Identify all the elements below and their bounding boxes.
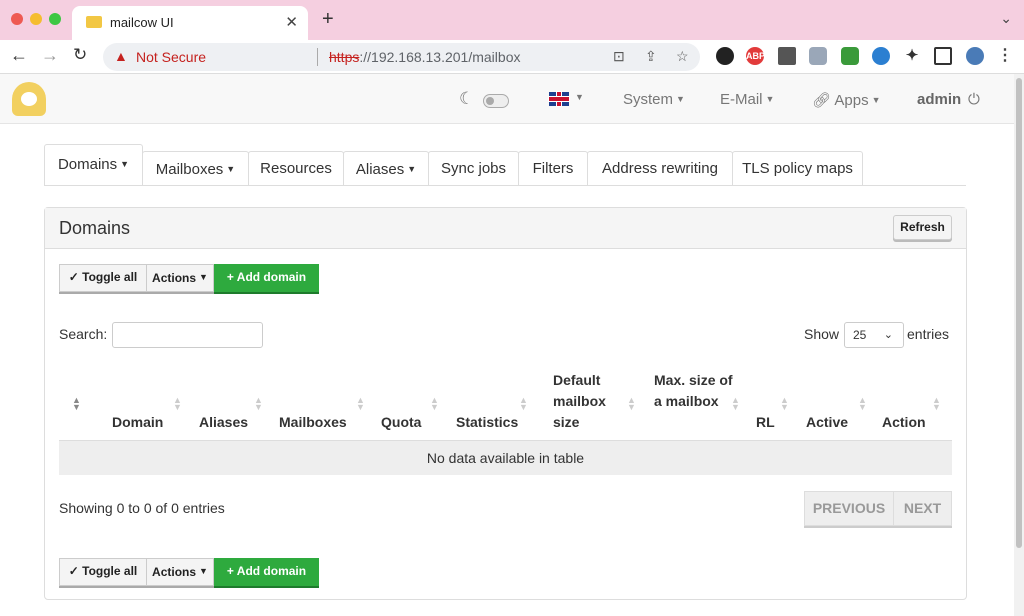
tab-mailboxes[interactable]: Mailboxes ▼	[142, 151, 249, 186]
translate-icon[interactable]: ⊡	[613, 48, 625, 65]
empty-table-row: No data available in table	[59, 440, 952, 475]
language-chevron-down-icon[interactable]: ▼	[575, 92, 584, 102]
col-mailboxes[interactable]: Mailboxes	[279, 412, 347, 433]
col-domain[interactable]: Domain	[112, 412, 163, 433]
nav-user[interactable]: admin	[917, 91, 961, 108]
shield-extension-icon[interactable]	[809, 47, 827, 65]
url-text[interactable]: https://192.168.13.201/mailbox	[329, 49, 520, 65]
language-flag-icon[interactable]	[549, 92, 569, 106]
profile-avatar-icon[interactable]	[966, 47, 984, 65]
page-size-select[interactable]: 25 ⌄	[844, 322, 904, 348]
browser-titlebar: mailcow UI ✕ + ⌄	[0, 0, 1024, 40]
toggle-all-button[interactable]: ✓ Toggle all	[59, 264, 147, 292]
tab-domains[interactable]: Domains ▼	[44, 144, 143, 186]
refresh-button[interactable]: Refresh	[893, 215, 952, 240]
table-info: Showing 0 to 0 of 0 entries	[59, 500, 225, 516]
circle-extension-icon[interactable]	[872, 47, 890, 65]
divider	[317, 48, 318, 66]
tab-aliases[interactable]: Aliases ▼	[343, 151, 429, 186]
col-active[interactable]: Active	[806, 412, 848, 433]
tab-search-chevron-icon[interactable]: ⌄	[1000, 10, 1012, 27]
mailcow-logo[interactable]	[12, 82, 46, 116]
close-window-button[interactable]	[11, 13, 23, 25]
sort-icon[interactable]: ▲ ▼	[173, 396, 182, 412]
tab-title: mailcow UI	[110, 15, 174, 30]
sort-icon[interactable]: ▲ ▼	[858, 396, 867, 412]
close-tab-icon[interactable]: ✕	[285, 13, 298, 31]
add-domain-button[interactable]: + Add domain	[214, 264, 319, 292]
sort-icon[interactable]: ▲ ▼	[430, 396, 439, 412]
sort-icon[interactable]: ▲ ▼	[72, 396, 81, 412]
actions-dropdown-button[interactable]: Actions ▼	[146, 558, 214, 586]
page-scrollbar[interactable]	[1014, 74, 1024, 616]
maximize-window-button[interactable]	[49, 13, 61, 25]
entries-label: entries	[907, 326, 950, 342]
panel-header: Domains Refresh	[45, 208, 966, 249]
show-label: Show	[804, 326, 840, 342]
tab-resources[interactable]: Resources	[248, 151, 344, 186]
not-secure-label[interactable]: Not Secure	[136, 49, 206, 65]
panel-title: Domains	[59, 218, 131, 238]
sort-icon[interactable]: ▲ ▼	[932, 396, 941, 412]
extension-cat-icon[interactable]	[716, 47, 734, 65]
next-page-button[interactable]: NEXT	[893, 491, 952, 526]
adblock-icon[interactable]: ABP	[746, 47, 765, 65]
warning-triangle-icon: ▲	[114, 48, 128, 64]
app-navbar: ☾ ▼ System ▼ E-Mail ▼ 🔗︎ Apps ▼ admin ⏻	[0, 74, 1014, 124]
scrollbar-thumb[interactable]	[1016, 78, 1022, 548]
nav-email[interactable]: E-Mail ▼	[720, 91, 774, 108]
nav-system[interactable]: System ▼	[623, 91, 685, 108]
tab-address-rewriting[interactable]: Address rewriting	[587, 151, 733, 186]
check-icon: ✓	[68, 564, 83, 578]
tab-sync-jobs[interactable]: Sync jobs	[428, 151, 519, 186]
qr-code-icon[interactable]	[778, 47, 796, 65]
add-domain-button[interactable]: + Add domain	[214, 558, 319, 586]
col-max-size-mailbox[interactable]: Max. size of a mailbox	[654, 370, 734, 412]
col-quota[interactable]: Quota	[381, 412, 421, 433]
forward-arrow-icon[interactable]: →	[41, 45, 59, 66]
sort-icon[interactable]: ▲ ▼	[780, 396, 789, 412]
previous-page-button[interactable]: PREVIOUS	[804, 491, 894, 526]
toggle-all-button[interactable]: ✓ Toggle all	[59, 558, 147, 586]
address-bar[interactable]: ▲ Not Secure https://192.168.13.201/mail…	[103, 43, 700, 71]
sort-icon[interactable]: ▲ ▼	[731, 396, 740, 412]
nav-apps[interactable]: 🔗︎ Apps ▼	[812, 91, 881, 109]
check-icon: ✓	[68, 270, 83, 284]
domains-panel: Domains Refresh ✓ Toggle all Actions ▼ + …	[44, 207, 967, 600]
link-icon: 🔗︎	[812, 92, 835, 109]
col-aliases[interactable]: Aliases	[199, 412, 248, 433]
sort-icon[interactable]: ▲ ▼	[627, 396, 636, 412]
tabs-divider	[44, 185, 966, 186]
mail-favicon-icon	[86, 16, 102, 28]
puzzle-extensions-icon[interactable]: ✦	[903, 47, 921, 65]
sort-icon[interactable]: ▲ ▼	[356, 396, 365, 412]
share-icon[interactable]: ⇪	[645, 48, 657, 65]
col-action[interactable]: Action	[882, 412, 926, 433]
chevron-down-icon: ⌄	[883, 329, 893, 341]
tab-tls-policy-maps[interactable]: TLS policy maps	[732, 151, 863, 186]
bookmark-star-icon[interactable]: ☆	[676, 48, 689, 65]
browser-toolbar: ← → ↻ ▲ Not Secure https://192.168.13.20…	[0, 40, 1024, 74]
actions-dropdown-button[interactable]: Actions ▼	[146, 264, 214, 292]
col-statistics[interactable]: Statistics	[456, 412, 518, 433]
minimize-window-button[interactable]	[30, 13, 42, 25]
back-arrow-icon[interactable]: ←	[10, 45, 28, 66]
search-label: Search:	[59, 326, 108, 342]
search-input[interactable]	[112, 322, 263, 348]
reload-icon[interactable]: ↻	[73, 45, 87, 65]
side-panel-icon[interactable]	[934, 47, 952, 65]
new-tab-icon[interactable]: +	[322, 8, 334, 31]
col-rl[interactable]: RL	[756, 412, 775, 433]
tab-filters[interactable]: Filters	[518, 151, 588, 186]
logout-power-icon[interactable]: ⏻	[968, 91, 980, 108]
sort-icon[interactable]: ▲ ▼	[254, 396, 263, 412]
dark-mode-moon-icon: ☾	[459, 89, 475, 108]
browser-tab[interactable]: mailcow UI ✕	[72, 6, 308, 40]
grid-extension-icon[interactable]	[841, 47, 859, 65]
sort-icon[interactable]: ▲ ▼	[519, 396, 528, 412]
col-default-mailbox-size[interactable]: Default mailbox size	[553, 370, 623, 433]
browser-menu-icon[interactable]: ⋮	[996, 47, 1014, 65]
dark-mode-toggle[interactable]	[483, 94, 509, 108]
